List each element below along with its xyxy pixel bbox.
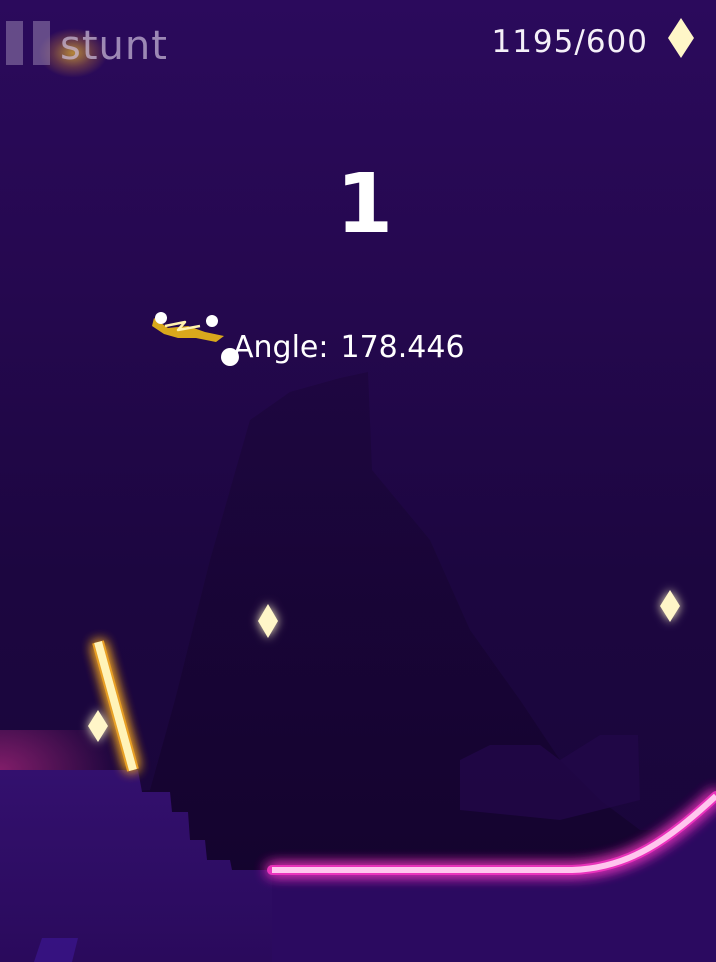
combo-counter: 1: [336, 157, 394, 252]
gem-score-counter: 1195/600: [491, 24, 648, 60]
hoverboard-rider: [152, 312, 239, 366]
game-scene: [0, 312, 716, 962]
pause-icon-bar: [33, 21, 50, 65]
mode-label: stunt: [60, 23, 168, 69]
board-wheel: [155, 312, 167, 324]
angle-label: Angle:: [233, 330, 329, 365]
board-wheel: [206, 315, 218, 327]
pause-icon: [6, 21, 23, 65]
angle-value: 178.446: [340, 330, 465, 365]
angle-readout: Angle: 178.446: [233, 330, 465, 366]
gem-counter-icon: [668, 18, 694, 58]
pause-button[interactable]: [6, 21, 52, 65]
diamond-gem-icon: [660, 590, 680, 622]
game-screen[interactable]: stunt 1195/600 1 Angle: 178.446: [0, 0, 716, 962]
